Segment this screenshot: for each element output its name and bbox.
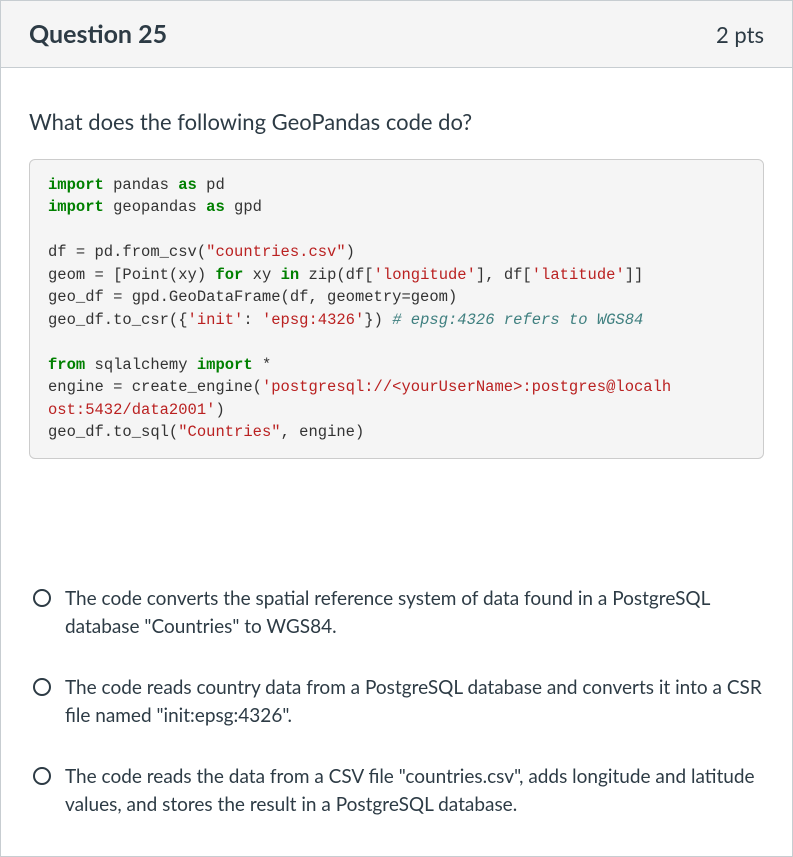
code-text: ) [215,401,224,419]
question-title: Question 25 [29,19,167,49]
code-keyword: from [48,356,85,374]
code-text: pandas [104,176,178,194]
code-text: sqlalchemy [85,356,197,374]
code-string: 'latitude' [532,266,625,284]
code-keyword: as [206,198,225,216]
option-row[interactable]: The code reads country data from a Postg… [29,658,764,747]
code-text: ], df[ [476,266,532,284]
code-string: 'epsg:4326' [262,311,364,329]
code-text: zip(df[ [299,266,373,284]
option-text: The code converts the spatial reference … [65,585,764,642]
code-text: engine = create_engine( [48,378,262,396]
code-string: "countries.csv" [206,243,346,261]
code-text: * [253,356,272,374]
code-string: "Countries" [178,423,280,441]
code-text: : [243,311,262,329]
code-text: ]] [625,266,644,284]
code-text: geo_df.to_csr({ [48,311,188,329]
code-keyword: for [215,266,243,284]
code-text: geom = [Point(xy) [48,266,215,284]
code-keyword: import [197,356,253,374]
question-card: Question 25 2 pts What does the followin… [0,0,793,857]
radio-button[interactable] [33,589,51,607]
radio-button[interactable] [33,678,51,696]
code-string: 'init' [188,311,244,329]
question-points: 2 pts [716,21,764,48]
question-body: What does the following GeoPandas code d… [1,68,792,856]
code-keyword: import [48,198,104,216]
code-keyword: import [48,176,104,194]
code-text: gpd [225,198,262,216]
code-text: ) [346,243,355,261]
code-block: import pandas as pd import geopandas as … [29,159,764,459]
option-text: The code reads country data from a Postg… [65,674,764,731]
code-text: geopandas [104,198,206,216]
code-text: geo_df = gpd.GeoDataFrame(df, geometry=g… [48,288,457,306]
code-string: 'longitude' [374,266,476,284]
option-text: The code reads the data from a CSV file … [65,763,764,820]
code-text: pd [197,176,225,194]
code-text: df = pd.from_csv( [48,243,206,261]
code-text: xy [243,266,280,284]
code-keyword: as [178,176,197,194]
options-list: The code converts the spatial reference … [29,569,764,836]
code-keyword: in [281,266,300,284]
code-text: , engine) [281,423,365,441]
question-prompt: What does the following GeoPandas code d… [29,108,764,135]
option-row[interactable]: The code reads the data from a CSV file … [29,747,764,836]
code-comment: # epsg:4326 refers to WGS84 [392,311,643,329]
radio-button[interactable] [33,767,51,785]
option-row[interactable]: The code converts the spatial reference … [29,569,764,658]
question-header: Question 25 2 pts [1,1,792,68]
code-text: geo_df.to_sql( [48,423,178,441]
code-text: }) [364,311,392,329]
